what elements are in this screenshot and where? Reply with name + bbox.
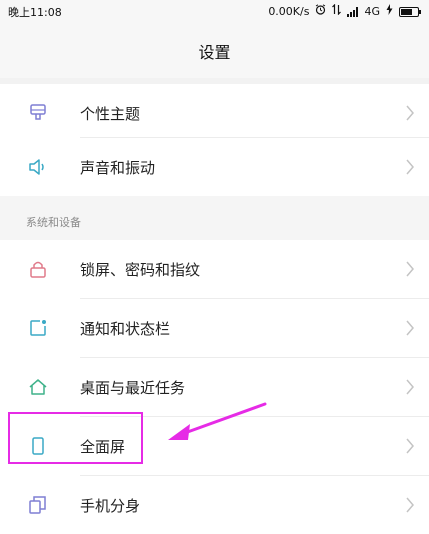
settings-item-full-screen[interactable]: 全面屏 (0, 417, 429, 475)
chevron-right-icon (405, 158, 415, 176)
signal-icon (347, 6, 359, 17)
settings-item-label: 个性主题 (80, 105, 141, 123)
data-transfer-icon (332, 3, 342, 19)
status-time: 晚上11:08 (8, 6, 62, 19)
chevron-right-icon (405, 104, 415, 122)
network-type: 4G (364, 5, 380, 18)
settings-item-dual-apps[interactable]: 手机分身 (0, 476, 429, 534)
chevron-right-icon (405, 260, 415, 278)
theme-icon (28, 103, 48, 123)
clone-icon (28, 495, 48, 515)
page-header: 设置 (0, 22, 429, 78)
page-title: 设置 (198, 43, 231, 62)
charging-icon (386, 4, 393, 19)
settings-item-label: 全面屏 (80, 438, 126, 456)
chevron-right-icon (405, 378, 415, 396)
chevron-right-icon (405, 437, 415, 455)
settings-item-theme[interactable]: 个性主题 (0, 84, 429, 142)
network-speed: 0.00K/s (268, 5, 310, 18)
chevron-right-icon (405, 319, 415, 337)
settings-item-label: 手机分身 (80, 497, 141, 515)
settings-item-label: 通知和状态栏 (80, 320, 171, 338)
speaker-icon (28, 157, 48, 177)
phone-screen-icon (28, 436, 48, 456)
settings-item-lock-screen[interactable]: 锁屏、密码和指纹 (0, 240, 429, 298)
battery-icon (399, 6, 421, 17)
home-icon (28, 377, 48, 397)
settings-item-sound[interactable]: 声音和振动 (0, 138, 429, 196)
notification-icon (28, 318, 48, 338)
alarm-icon (315, 4, 326, 19)
settings-item-home-screen[interactable]: 桌面与最近任务 (0, 358, 429, 416)
status-bar: 晚上11:08 0.00K/s 4G (0, 0, 429, 22)
settings-item-label: 桌面与最近任务 (80, 379, 186, 397)
section-header: 系统和设备 (26, 216, 81, 229)
lock-icon (28, 259, 48, 279)
status-right-group: 0.00K/s 4G (268, 3, 421, 19)
settings-item-label: 锁屏、密码和指纹 (80, 261, 201, 279)
settings-item-notifications[interactable]: 通知和状态栏 (0, 299, 429, 357)
settings-item-label: 声音和振动 (80, 159, 156, 177)
chevron-right-icon (405, 496, 415, 514)
